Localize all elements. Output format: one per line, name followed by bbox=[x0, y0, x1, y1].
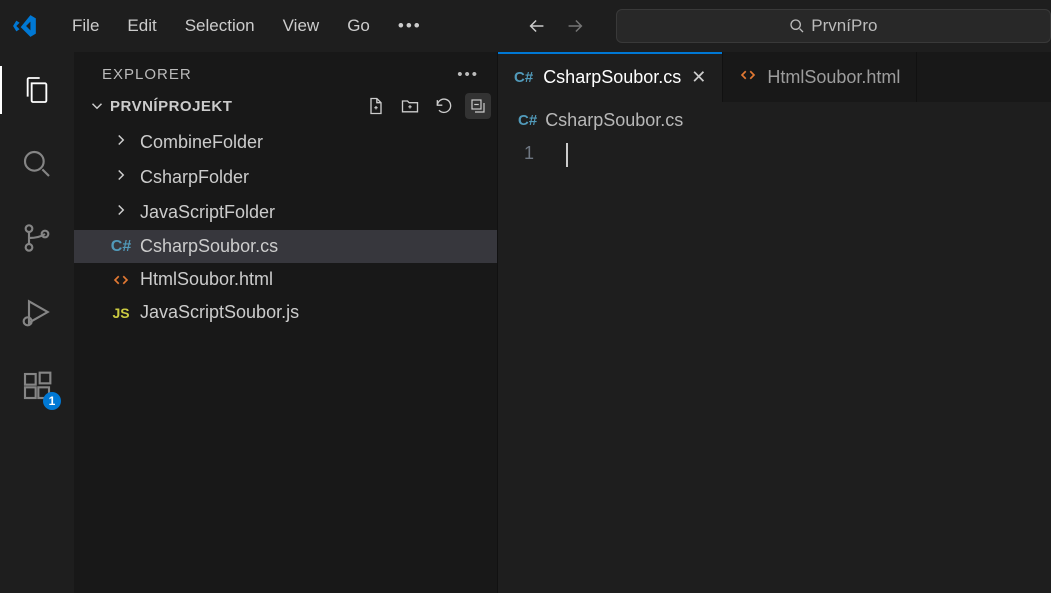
menu-view[interactable]: View bbox=[269, 10, 334, 42]
csharp-file-icon: C# bbox=[110, 238, 132, 256]
project-header[interactable]: PRVNÍPROJEKT bbox=[74, 89, 497, 123]
chevron-right-icon bbox=[112, 131, 132, 154]
title-bar: File Edit Selection View Go ••• PrvníPro bbox=[0, 0, 1051, 52]
editor-body[interactable]: 1 bbox=[498, 139, 1051, 593]
text-cursor bbox=[566, 143, 568, 167]
explorer-title: EXPLORER bbox=[102, 66, 192, 83]
search-icon bbox=[789, 18, 805, 34]
search-box[interactable]: PrvníPro bbox=[616, 9, 1051, 43]
tabs: C# CsharpSoubor.cs ✕ HtmlSoubor.html bbox=[498, 52, 1051, 102]
tab-label: CsharpSoubor.cs bbox=[543, 67, 681, 88]
tree-folder[interactable]: JavaScriptFolder bbox=[74, 195, 497, 230]
editor: C# CsharpSoubor.cs ✕ HtmlSoubor.html C# … bbox=[498, 52, 1051, 593]
extensions-badge: 1 bbox=[43, 392, 61, 410]
vscode-logo-icon bbox=[10, 11, 40, 41]
tree-label: JavaScriptFolder bbox=[140, 202, 275, 223]
new-file-icon[interactable] bbox=[363, 93, 389, 119]
csharp-file-icon: C# bbox=[514, 69, 533, 86]
tab[interactable]: C# CsharpSoubor.cs ✕ bbox=[498, 52, 723, 102]
menu-bar: File Edit Selection View Go ••• bbox=[58, 10, 436, 42]
search-text: PrvníPro bbox=[811, 16, 877, 36]
html-file-icon bbox=[110, 271, 132, 289]
project-actions bbox=[363, 93, 491, 119]
nav-back-icon[interactable] bbox=[526, 15, 548, 37]
line-gutter: 1 bbox=[498, 139, 558, 593]
sidebar: EXPLORER ••• PRVNÍPROJEKT bbox=[74, 52, 498, 593]
menu-go[interactable]: Go bbox=[333, 10, 384, 42]
refresh-icon[interactable] bbox=[431, 93, 457, 119]
activity-extensions-icon[interactable]: 1 bbox=[13, 362, 61, 410]
collapse-all-icon[interactable] bbox=[465, 93, 491, 119]
tree-folder[interactable]: CsharpFolder bbox=[74, 160, 497, 195]
tree-file[interactable]: JS JavaScriptSoubor.js bbox=[74, 296, 497, 329]
activity-bar: 1 bbox=[0, 52, 74, 593]
menu-selection[interactable]: Selection bbox=[171, 10, 269, 42]
activity-source-control-icon[interactable] bbox=[13, 214, 61, 262]
tree-label: CombineFolder bbox=[140, 132, 263, 153]
tree-label: JavaScriptSoubor.js bbox=[140, 302, 299, 323]
tree-label: HtmlSoubor.html bbox=[140, 269, 273, 290]
close-icon[interactable]: ✕ bbox=[691, 67, 706, 88]
new-folder-icon[interactable] bbox=[397, 93, 423, 119]
menu-file[interactable]: File bbox=[58, 10, 113, 42]
chevron-down-icon bbox=[88, 97, 106, 115]
breadcrumb[interactable]: C# CsharpSoubor.cs bbox=[498, 102, 1051, 139]
editor-text-area[interactable] bbox=[558, 139, 1051, 593]
nav-arrows bbox=[526, 15, 586, 37]
csharp-file-icon: C# bbox=[518, 112, 537, 129]
activity-search-icon[interactable] bbox=[13, 140, 61, 188]
tree-label: CsharpSoubor.cs bbox=[140, 236, 278, 257]
line-number: 1 bbox=[498, 143, 534, 164]
activity-explorer-icon[interactable] bbox=[13, 66, 61, 114]
tree-label: CsharpFolder bbox=[140, 167, 249, 188]
tree-file[interactable]: HtmlSoubor.html bbox=[74, 263, 497, 296]
activity-run-debug-icon[interactable] bbox=[13, 288, 61, 336]
chevron-right-icon bbox=[112, 201, 132, 224]
sidebar-header: EXPLORER ••• bbox=[74, 52, 497, 89]
menu-edit[interactable]: Edit bbox=[113, 10, 170, 42]
js-file-icon: JS bbox=[110, 305, 132, 321]
nav-forward-icon[interactable] bbox=[564, 15, 586, 37]
breadcrumb-label: CsharpSoubor.cs bbox=[545, 110, 683, 131]
menu-more-icon[interactable]: ••• bbox=[384, 10, 436, 42]
project-name: PRVNÍPROJEKT bbox=[106, 98, 363, 115]
tree-folder[interactable]: CombineFolder bbox=[74, 125, 497, 160]
explorer-more-icon[interactable]: ••• bbox=[457, 66, 479, 83]
tab[interactable]: HtmlSoubor.html bbox=[723, 52, 917, 102]
tree-file[interactable]: C# CsharpSoubor.cs bbox=[74, 230, 497, 263]
html-file-icon bbox=[739, 66, 757, 89]
tab-label: HtmlSoubor.html bbox=[767, 67, 900, 88]
main: 1 EXPLORER ••• PRVNÍPROJEKT bbox=[0, 52, 1051, 593]
chevron-right-icon bbox=[112, 166, 132, 189]
file-tree: CombineFolder CsharpFolder JavaScriptFol… bbox=[74, 123, 497, 329]
